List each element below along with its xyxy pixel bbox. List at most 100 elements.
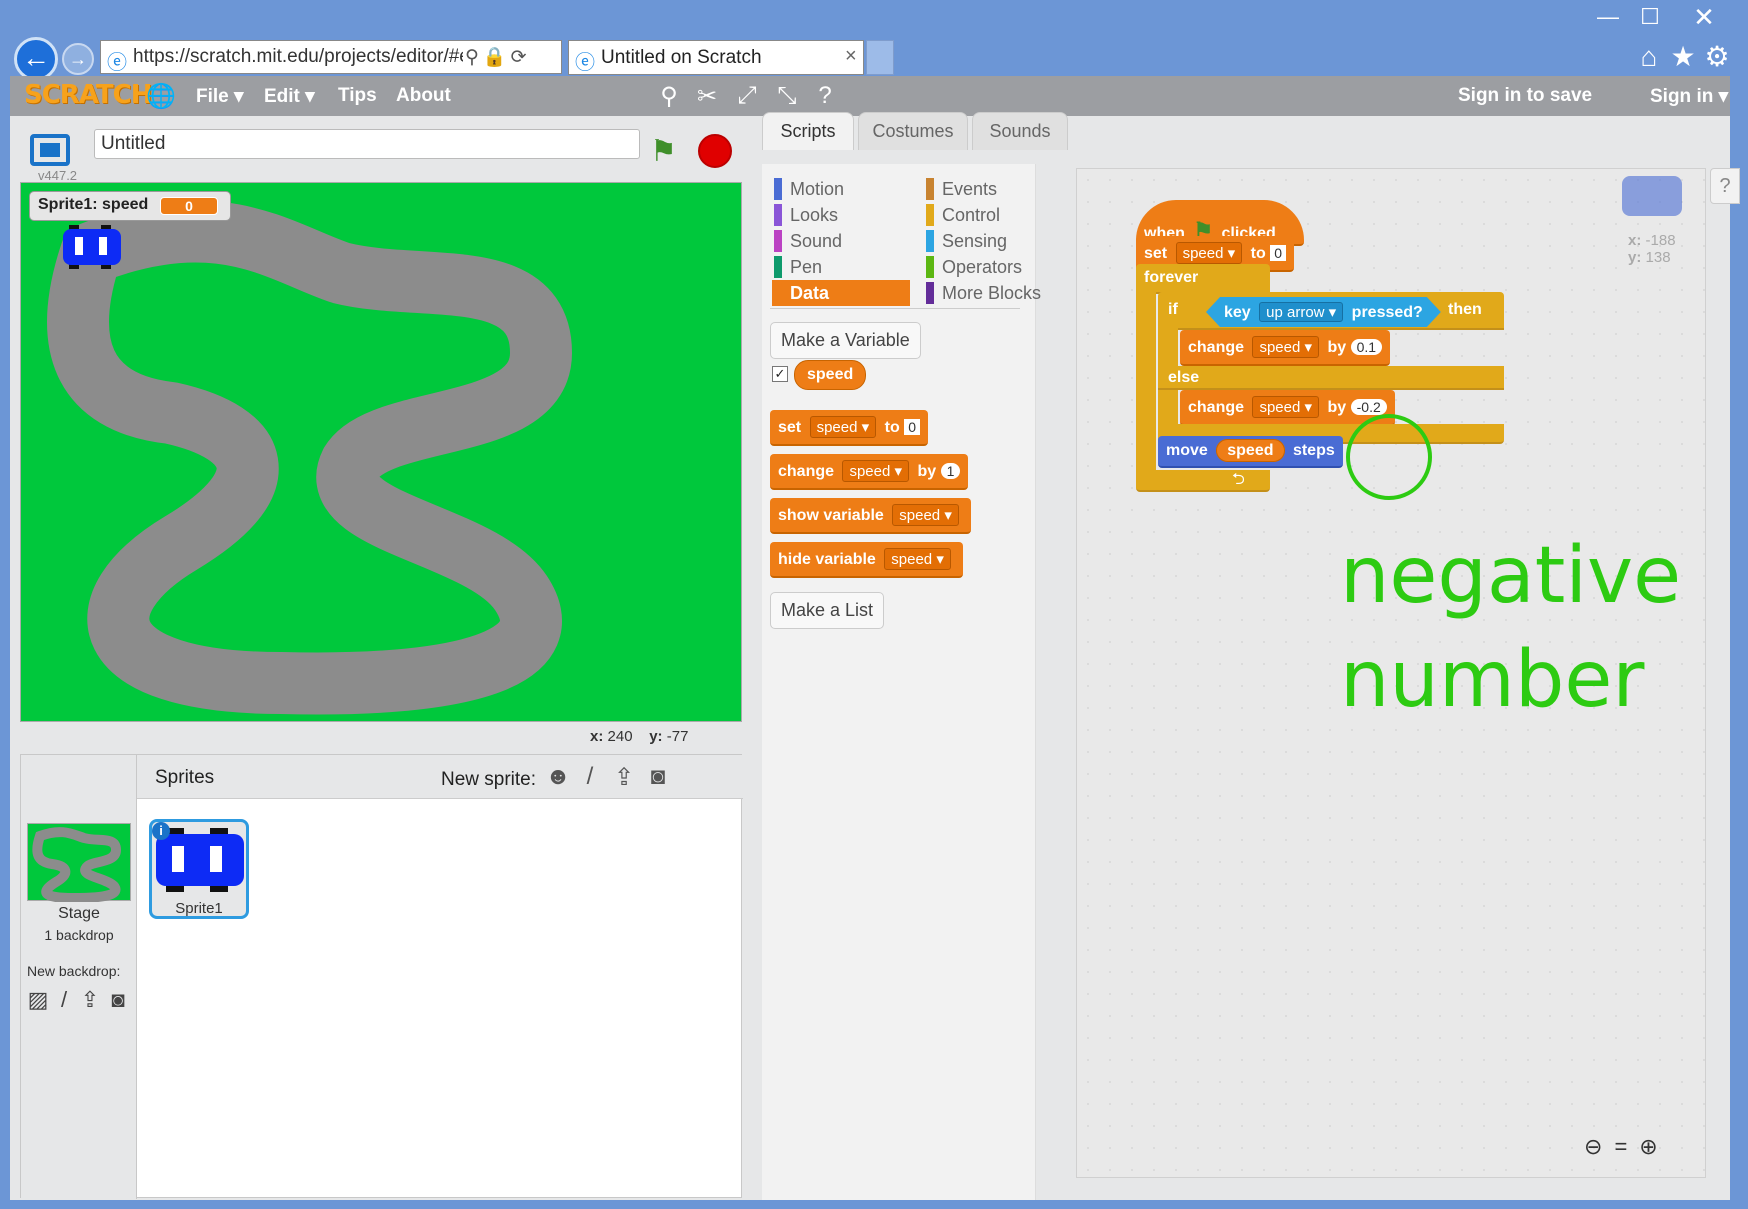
menu-about[interactable]: About — [396, 85, 451, 107]
url-text[interactable]: https://scratch.mit.edu/projects/editor/… — [133, 46, 463, 68]
star-icon[interactable]: ★ — [1666, 42, 1700, 72]
make-list-button[interactable]: Make a List — [770, 592, 885, 629]
category-data[interactable]: Data — [772, 280, 910, 306]
paint-brush-icon[interactable]: / — [51, 987, 77, 1013]
stage-thumbnail[interactable] — [27, 823, 131, 904]
value-input[interactable]: 0 — [904, 419, 921, 435]
duplicate-icon[interactable]: ⚲ — [654, 82, 684, 111]
category-pen[interactable]: Pen — [772, 254, 910, 280]
sprite-thumbnail[interactable]: i Sprite1 — [149, 819, 249, 919]
value-input[interactable]: 1 — [940, 463, 961, 479]
stop-sign-icon[interactable] — [698, 134, 732, 168]
forever-kw: forever — [1144, 269, 1199, 286]
new-tab-button[interactable] — [866, 40, 894, 75]
browser-tab[interactable]: ⓔ Untitled on Scratch × — [568, 40, 864, 75]
hide-variable-block[interactable]: hide variable speed — [770, 542, 963, 578]
tab-scripts[interactable]: Scripts — [762, 112, 854, 150]
minimize-icon[interactable]: — — [1588, 2, 1628, 32]
var-dropdown[interactable]: speed — [809, 416, 877, 438]
var-dropdown[interactable]: speed — [1252, 336, 1320, 358]
info-icon[interactable]: i — [152, 822, 170, 840]
make-variable-button[interactable]: Make a Variable — [770, 322, 921, 359]
var-dropdown[interactable]: speed — [1175, 242, 1243, 264]
category-sound[interactable]: Sound — [772, 228, 910, 254]
tab-sounds[interactable]: Sounds — [972, 112, 1068, 150]
forever-block[interactable]: forever — [1136, 264, 1270, 294]
to-kw: to — [884, 419, 900, 436]
category-motion[interactable]: Motion — [772, 176, 910, 202]
change-speed-block[interactable]: change speed by 0.1 — [1180, 330, 1391, 366]
category-label: Sensing — [942, 231, 1008, 251]
address-tools-icon[interactable]: ⚲🔒⟳ — [465, 45, 531, 69]
move-steps-block[interactable]: move speed steps — [1158, 436, 1343, 468]
variable-checkbox[interactable]: ✓ — [772, 366, 788, 382]
change-speed-block-negative[interactable]: change speed by -0.2 — [1180, 390, 1395, 426]
close-icon[interactable]: ✕ — [1684, 2, 1724, 32]
show-variable-block[interactable]: show variable speed — [770, 498, 971, 534]
category-more-blocks[interactable]: More Blocks — [924, 280, 1062, 306]
shrink-icon[interactable]: ⤡ — [772, 82, 802, 110]
coord-x-label: x: — [590, 728, 604, 745]
category-events[interactable]: Events — [924, 176, 1062, 202]
stage-label: Stage — [58, 905, 100, 922]
stage[interactable]: Sprite1: speed 0 — [20, 182, 742, 722]
grow-icon[interactable]: ⤢ — [732, 82, 762, 110]
race-track — [47, 200, 572, 715]
sign-in-button[interactable]: Sign in ▾ — [1650, 85, 1728, 108]
variable-monitor[interactable]: Sprite1: speed 0 — [29, 191, 231, 221]
var-dropdown[interactable]: speed — [884, 548, 951, 570]
back-button[interactable]: ← — [14, 37, 58, 81]
category-operators[interactable]: Operators — [924, 254, 1062, 280]
help-icon[interactable]: ? — [1710, 168, 1740, 204]
gear-icon[interactable]: ⚙ — [1700, 42, 1734, 72]
key-pressed-block[interactable]: key up arrow pressed? — [1206, 297, 1441, 327]
speed-reporter[interactable]: speed — [794, 360, 867, 390]
tab-costumes[interactable]: Costumes — [858, 112, 968, 150]
menu-file[interactable]: File ▾ — [196, 85, 244, 108]
backdrop-count: 1 backdrop — [44, 927, 114, 943]
car-sprite[interactable] — [63, 225, 125, 269]
category-color-swatch — [774, 230, 782, 252]
key-dropdown[interactable]: up arrow — [1259, 302, 1343, 322]
menu-tips[interactable]: Tips — [338, 85, 377, 107]
upload-icon[interactable]: ⇪ — [77, 987, 103, 1013]
zoom-in-icon[interactable]: ⊕ — [1639, 1134, 1669, 1159]
ie-icon: ⓔ — [107, 52, 127, 74]
upload-icon[interactable]: ⇪ — [607, 763, 641, 792]
category-sensing[interactable]: Sensing — [924, 228, 1062, 254]
maximize-icon[interactable]: ☐ — [1630, 2, 1670, 32]
speed-reporter[interactable]: speed — [1216, 439, 1285, 462]
show-kw: show variable — [778, 507, 884, 524]
change-variable-block[interactable]: change speed by 1 — [770, 454, 969, 490]
scratch-logo[interactable]: SCRATCH — [24, 80, 153, 110]
help-icon[interactable]: ? — [810, 82, 840, 110]
set-variable-block[interactable]: set speed to 0 — [770, 410, 929, 446]
camera-icon[interactable]: ◙ — [105, 987, 131, 1013]
category-control[interactable]: Control — [924, 202, 1062, 228]
zoom-out-icon[interactable]: ⊖ — [1584, 1134, 1614, 1159]
address-bar[interactable]: ⓔ https://scratch.mit.edu/projects/edito… — [100, 40, 562, 74]
presentation-mode-icon[interactable] — [30, 134, 70, 166]
category-looks[interactable]: Looks — [772, 202, 910, 228]
sprite-library-icon[interactable]: ☻ — [541, 763, 575, 791]
home-icon[interactable]: ⌂ — [1632, 42, 1666, 72]
value-input[interactable]: 0.1 — [1350, 339, 1383, 355]
value-input-negative[interactable]: -0.2 — [1350, 399, 1387, 415]
paint-brush-icon[interactable]: / — [573, 763, 607, 791]
var-dropdown[interactable]: speed — [892, 504, 959, 526]
forward-button[interactable]: → — [62, 43, 94, 75]
zoom-reset-icon[interactable]: = — [1614, 1134, 1639, 1159]
camera-icon[interactable]: ◙ — [641, 763, 675, 791]
backdrop-library-icon[interactable]: ▨ — [25, 987, 51, 1013]
globe-icon[interactable]: 🌐 — [146, 82, 176, 111]
tab-close-icon[interactable]: × — [845, 45, 857, 68]
sprite-y-label: y: — [1628, 249, 1642, 266]
value-input[interactable]: 0 — [1270, 245, 1287, 261]
var-dropdown[interactable]: speed — [1252, 396, 1320, 418]
var-dropdown[interactable]: speed — [842, 460, 910, 482]
sign-in-to-save-link[interactable]: Sign in to save — [1458, 85, 1592, 107]
delete-icon[interactable]: ✂ — [692, 82, 722, 111]
green-flag-icon[interactable]: ⚑ — [650, 134, 677, 169]
menu-edit[interactable]: Edit ▾ — [264, 85, 315, 108]
project-title-input[interactable]: Untitled — [94, 129, 640, 159]
